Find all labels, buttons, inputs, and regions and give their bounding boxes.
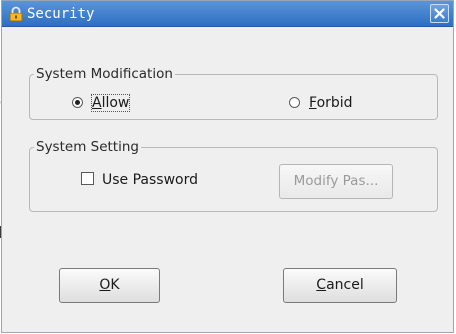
radio-forbid-label: Forbid (309, 95, 353, 111)
security-dialog: Security System Modification Allow Forbi… (1, 0, 454, 333)
radio-allow[interactable]: Allow (72, 94, 131, 112)
cancel-button[interactable]: Cancel (283, 268, 397, 303)
window-title: Security (27, 6, 95, 22)
use-password-checkbox[interactable]: Use Password (81, 171, 198, 189)
title-bar[interactable]: Security (2, 1, 453, 27)
cancel-mnemonic: C (316, 277, 327, 293)
lock-icon (9, 6, 23, 22)
cancel-label-rest: ancel (326, 277, 364, 293)
ok-mnemonic: O (99, 277, 111, 293)
ok-label-rest: K (110, 277, 120, 293)
radio-allow-indicator[interactable] (72, 97, 83, 108)
radio-allow-label: Allow (90, 94, 131, 112)
system-setting-legend: System Setting (34, 139, 141, 155)
radio-forbid-indicator[interactable] (289, 97, 300, 108)
ok-button[interactable]: OK (59, 268, 160, 303)
system-modification-legend: System Modification (34, 66, 175, 82)
radio-forbid[interactable]: Forbid (289, 94, 353, 112)
modify-password-button[interactable]: Modify Pas... (279, 164, 393, 199)
close-button[interactable] (430, 4, 449, 23)
use-password-label: Use Password (102, 172, 198, 188)
close-icon (434, 8, 445, 19)
use-password-box[interactable] (81, 172, 94, 185)
